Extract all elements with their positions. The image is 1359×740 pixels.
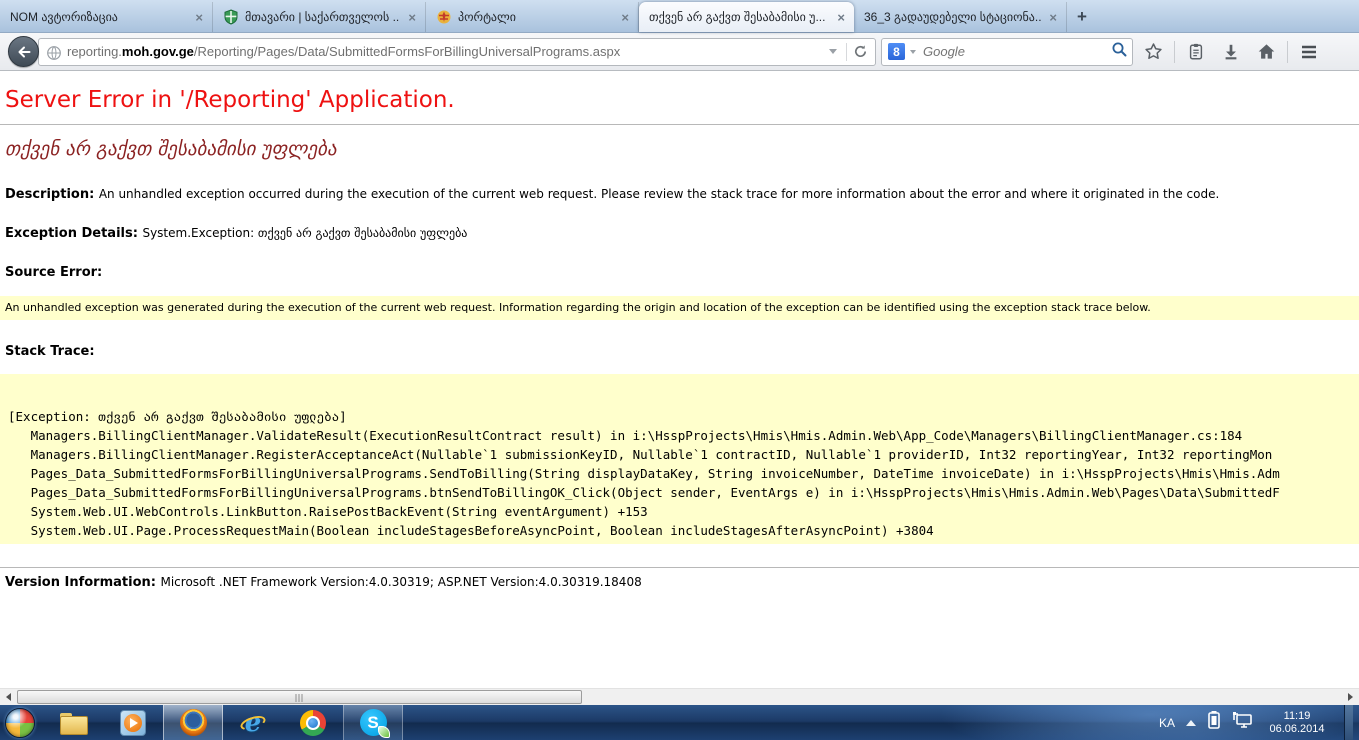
- tab-title: პორტალი: [458, 10, 613, 24]
- page-title: Server Error in '/Reporting' Application…: [5, 87, 1359, 113]
- back-button[interactable]: [8, 36, 39, 67]
- google-logo-icon: 8: [888, 43, 905, 60]
- url-text: reporting.moh.gov.ge/Reporting/Pages/Dat…: [67, 44, 820, 59]
- tab-bar: NOM ავტორიზაცია × მთავარი | საქართველოს …: [0, 0, 1359, 33]
- start-button[interactable]: [5, 708, 35, 738]
- version-information-text: Microsoft .NET Framework Version:4.0.303…: [160, 575, 641, 589]
- close-icon[interactable]: ×: [619, 10, 631, 25]
- taskbar: e S KA 11:19 06.06.2014: [0, 705, 1359, 740]
- close-icon[interactable]: ×: [1047, 10, 1059, 25]
- taskbar-explorer-button[interactable]: [43, 705, 103, 740]
- search-engine-dropdown-icon[interactable]: [910, 50, 916, 54]
- show-hidden-icons-icon[interactable]: [1186, 720, 1196, 726]
- version-information-line: Version Information: Microsoft .NET Fram…: [5, 575, 1359, 590]
- tab-title: თქვენ არ გაქვთ შესაბამისი უ...: [649, 10, 829, 24]
- search-bar[interactable]: 8: [881, 38, 1133, 66]
- chrome-icon: [300, 710, 326, 736]
- emblem-favicon-icon: [436, 9, 452, 25]
- exception-details-text: System.Exception: თქვენ არ გაქვთ შესაბამ…: [142, 226, 467, 240]
- close-icon[interactable]: ×: [193, 10, 205, 25]
- new-tab-button[interactable]: +: [1067, 4, 1097, 30]
- divider: [1287, 41, 1288, 63]
- navigation-toolbar: reporting.moh.gov.ge/Reporting/Pages/Dat…: [0, 33, 1359, 71]
- reload-icon[interactable]: [849, 40, 871, 64]
- bookmark-star-icon[interactable]: [1138, 37, 1168, 67]
- exception-details-label: Exception Details:: [5, 226, 142, 241]
- home-icon[interactable]: [1251, 37, 1281, 67]
- divider: [846, 43, 847, 61]
- scroll-left-arrow[interactable]: [0, 689, 17, 705]
- tab-portal[interactable]: პორტალი ×: [426, 2, 639, 32]
- taskbar-internet-explorer-button[interactable]: e: [223, 705, 283, 740]
- firefox-icon: [180, 709, 207, 736]
- downloads-icon[interactable]: [1216, 37, 1246, 67]
- horizontal-scrollbar[interactable]: [0, 688, 1359, 705]
- source-error-text: An unhandled exception was generated dur…: [5, 301, 1151, 314]
- menu-hamburger-icon[interactable]: [1294, 37, 1324, 67]
- clock-time: 11:19: [1284, 710, 1311, 722]
- divider: [0, 124, 1359, 125]
- stack-trace-box: [Exception: თქვენ არ გაქვთ შესაბამისი უფ…: [0, 374, 1359, 544]
- media-player-icon: [120, 710, 146, 736]
- source-error-box: An unhandled exception was generated dur…: [0, 296, 1359, 320]
- description-text: An unhandled exception occurred during t…: [99, 187, 1219, 201]
- scroll-right-arrow[interactable]: [1342, 689, 1359, 705]
- tab-title: NOM ავტორიზაცია: [10, 10, 187, 24]
- taskbar-skype-button[interactable]: S: [343, 705, 403, 740]
- page-subtitle: თქვენ არ გაქვთ შესაბამისი უფლება: [5, 138, 1359, 160]
- scrollbar-thumb[interactable]: [17, 690, 582, 704]
- show-desktop-button[interactable]: [1344, 705, 1353, 740]
- divider: [1174, 41, 1175, 63]
- tab-error-page-active[interactable]: თქვენ არ გაქვთ შესაბამისი უ... ×: [639, 2, 854, 32]
- tab-title: მთავარი | საქართველოს ...: [245, 10, 400, 24]
- explorer-folder-icon: [60, 713, 86, 733]
- version-information-label: Version Information:: [5, 575, 160, 590]
- close-icon[interactable]: ×: [835, 10, 847, 25]
- tab-title: 36_3 გადაუდებელი სტაციონა...: [864, 10, 1041, 24]
- globe-icon: [46, 45, 62, 64]
- tab-main-portal[interactable]: მთავარი | საქართველოს ... ×: [213, 2, 426, 32]
- close-icon[interactable]: ×: [406, 10, 418, 25]
- scrollbar-grip: [295, 694, 304, 702]
- battery-icon[interactable]: [1207, 710, 1221, 735]
- url-dropdown-icon[interactable]: [822, 40, 844, 64]
- tab-nom-authorization[interactable]: NOM ავტორიზაცია ×: [0, 2, 213, 32]
- bookmarks-menu-icon[interactable]: [1181, 37, 1211, 67]
- taskbar-chrome-button[interactable]: [283, 705, 343, 740]
- description-line: Description: An unhandled exception occu…: [5, 187, 1359, 202]
- tab-36-3-inpatient[interactable]: 36_3 გადაუდებელი სტაციონა... ×: [854, 2, 1067, 32]
- shield-favicon-icon: [223, 9, 239, 25]
- clock-date: 06.06.2014: [1269, 723, 1324, 735]
- description-label: Description:: [5, 187, 99, 202]
- stack-trace-text: [Exception: თქვენ არ გაქვთ შესაბამისი უფ…: [0, 374, 1359, 540]
- page-content: Server Error in '/Reporting' Application…: [0, 71, 1359, 688]
- screen: NOM ავტორიზაცია × მთავარი | საქართველოს …: [0, 0, 1359, 740]
- skype-icon: S: [360, 709, 387, 736]
- url-bar[interactable]: reporting.moh.gov.ge/Reporting/Pages/Dat…: [38, 38, 876, 66]
- search-input[interactable]: [921, 43, 1106, 60]
- magnifier-icon[interactable]: [1111, 41, 1128, 63]
- source-error-heading: Source Error:: [5, 265, 1359, 280]
- system-tray: KA 11:19 06.06.2014: [1159, 705, 1359, 740]
- exception-details-line: Exception Details: System.Exception: თქვ…: [5, 226, 1359, 241]
- stack-trace-heading: Stack Trace:: [5, 344, 1359, 359]
- divider: [0, 567, 1359, 568]
- taskbar-media-player-button[interactable]: [103, 705, 163, 740]
- internet-explorer-icon: e: [239, 709, 267, 737]
- network-icon[interactable]: [1232, 711, 1254, 734]
- taskbar-firefox-button[interactable]: [163, 705, 223, 740]
- taskbar-clock[interactable]: 11:19 06.06.2014: [1265, 710, 1329, 736]
- language-indicator[interactable]: KA: [1159, 716, 1175, 730]
